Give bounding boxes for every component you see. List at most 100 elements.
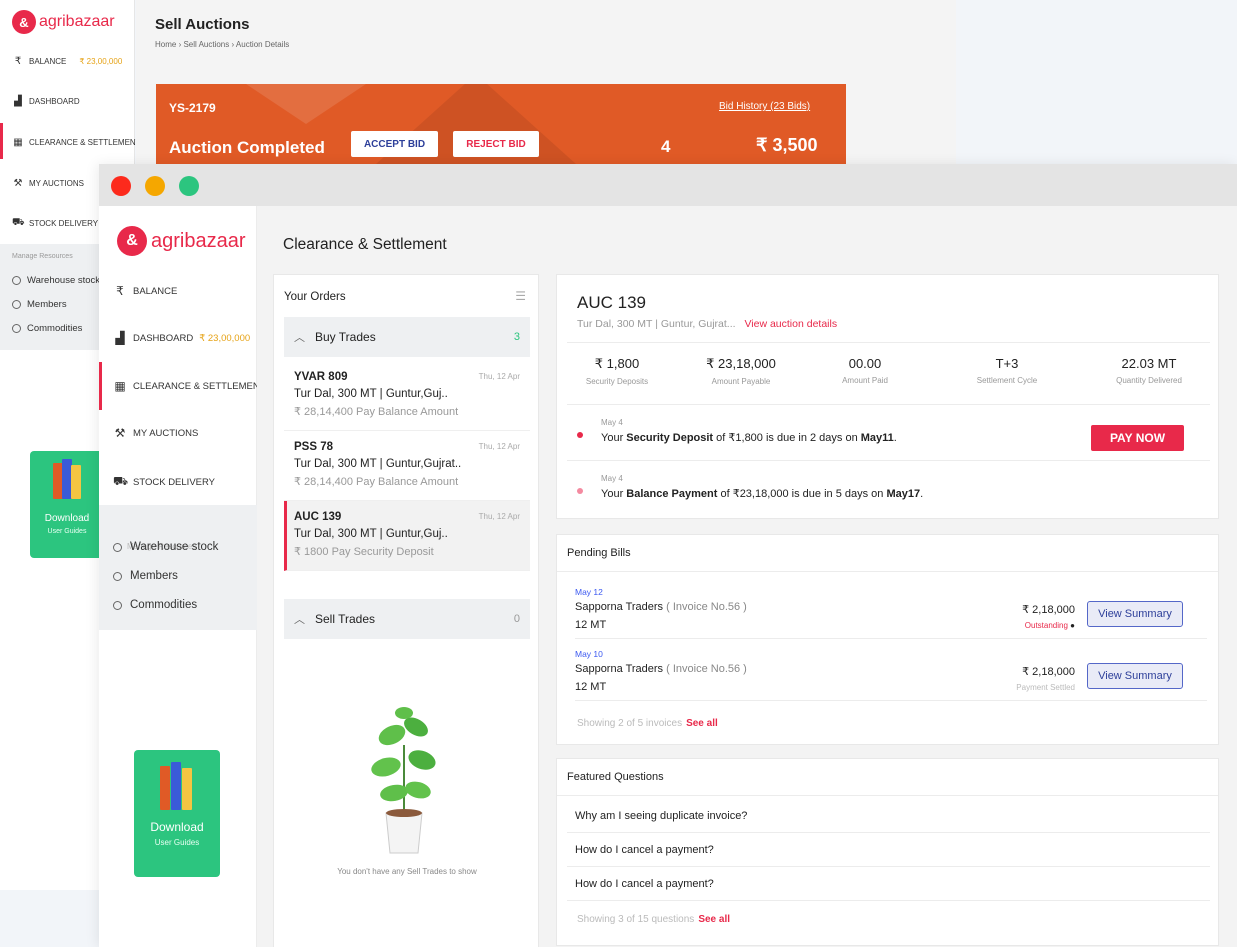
calculator-icon: ▦ — [13, 137, 23, 148]
bill-qty: 12 MT — [575, 681, 607, 693]
see-all-bills-link[interactable]: See all — [686, 718, 718, 729]
stat-value: ₹ 1,800 — [594, 356, 640, 371]
alert-text: Your Balance Payment of ₹23,18,000 is du… — [601, 487, 923, 500]
res-members[interactable]: Members — [113, 570, 178, 582]
balance-value: ₹ 23,00,000 — [199, 332, 251, 344]
minimize-window-button[interactable] — [145, 176, 165, 196]
back-res-commodities[interactable]: Commodities — [12, 323, 82, 334]
back-res-members[interactable]: Members — [12, 299, 67, 310]
nav-label: DASHBOARD — [29, 97, 80, 106]
nav-label: DASHBOARD — [133, 332, 194, 344]
sell-trades-header[interactable]: ︿ Sell Trades 0 — [284, 599, 530, 639]
order-balance: ₹ 1800 Pay Security Deposit — [294, 546, 434, 558]
question-item[interactable]: Why am I seeing duplicate invoice? — [567, 799, 1210, 833]
back-nav-clearance[interactable]: ▦ CLEARANCE & SETTLEMENT — [12, 137, 140, 148]
alert-text-end: . — [893, 432, 897, 444]
view-auction-details-link[interactable]: View auction details — [744, 318, 837, 330]
sidebar-item-dashboard[interactable]: ▟ DASHBOARD ₹ 23,00,000 — [113, 331, 250, 345]
logo-text: agribazaar — [151, 229, 246, 252]
filter-icon[interactable]: ☰ — [515, 289, 526, 303]
bills-header: Pending Bills — [567, 547, 631, 559]
sidebar-item-clearance[interactable]: ▦ CLEARANCE & SETTLEMENT — [113, 379, 265, 393]
empty-message: You don't have any Sell Trades to show — [337, 867, 477, 876]
order-balance: ₹ 28,14,400 Pay Balance Amount — [294, 406, 459, 418]
stat-label: Security Deposits — [585, 377, 649, 386]
bill-amount: ₹ 2,18,000 — [1022, 604, 1075, 616]
balance-label: BALANCE — [29, 57, 67, 66]
main-content: Clearance & Settlement Your Orders ☰ ︿ B… — [257, 206, 1237, 947]
res-commodities[interactable]: Commodities — [113, 599, 197, 611]
stat-value: T+3 — [995, 356, 1019, 371]
rupee-icon: ₹ — [116, 284, 124, 298]
circle-icon — [12, 300, 21, 309]
bill-trader: Sapporna Traders — [575, 663, 664, 675]
breadcrumb[interactable]: Home › Sell Auctions › Auction Details — [155, 40, 289, 49]
question-item[interactable]: How do I cancel a payment? — [567, 867, 1210, 901]
alert-text-mid: of ₹1,800 is due in 2 days on — [713, 432, 861, 444]
question-item[interactable]: How do I cancel a payment? — [567, 833, 1210, 867]
res-warehouse[interactable]: Warehouse stock — [113, 541, 218, 553]
stat-label: Settlement Cycle — [976, 376, 1038, 385]
truck-icon: ⛟ — [113, 474, 129, 488]
buy-trades-header[interactable]: ︿ Buy Trades 3 — [284, 317, 530, 357]
sidebar-balance: ₹ BALANCE — [113, 284, 177, 298]
page-title: Clearance & Settlement — [283, 236, 447, 253]
download-title: Download — [44, 513, 90, 524]
stat-label: Amount Payable — [711, 377, 771, 386]
showing-text: Showing 3 of 15 questions — [577, 914, 695, 925]
back-logo[interactable]: & agribazaar — [12, 10, 115, 34]
view-summary-button[interactable]: View Summary — [1087, 663, 1183, 689]
stat-amount-payable: ₹ 23,18,000 Amount Payable — [681, 356, 801, 386]
bid-count: 4 — [661, 137, 671, 156]
order-item[interactable]: PSS 78 Thu, 12 Apr Tur Dal, 300 MT | Gun… — [284, 431, 530, 501]
order-desc: Tur Dal, 300 MT | Guntur,Gujrat.. — [294, 458, 462, 470]
bill-amount: ₹ 2,18,000 — [1022, 666, 1075, 678]
back-balance: ₹ BALANCE ₹ 23,00,000 — [12, 56, 122, 67]
back-nav-dashboard[interactable]: ▟ DASHBOARD — [12, 96, 80, 107]
bill-name: Sapporna Traders ( Invoice No.56 ) — [575, 601, 747, 613]
download-guides[interactable]: Download User Guides — [134, 750, 220, 877]
back-res-warehouse[interactable]: Warehouse stock — [12, 275, 100, 286]
alert-text-bold: May11 — [860, 432, 894, 444]
download-sub: User Guides — [47, 528, 87, 535]
alert-text-bold: Balance Payment — [626, 488, 718, 500]
info-icon[interactable]: ● — [1070, 621, 1075, 630]
group-label: Sell Trades — [315, 612, 376, 626]
maximize-window-button[interactable] — [179, 176, 199, 196]
page-title: Sell Auctions — [155, 16, 250, 33]
alert-text-bold: Security Deposit — [626, 432, 714, 444]
active-indicator — [0, 123, 3, 159]
stat-value: 00.00 — [848, 356, 882, 371]
back-download-guides[interactable]: Download User Guides — [30, 451, 104, 558]
close-window-button[interactable] — [111, 176, 131, 196]
alert-text-pre: Your — [601, 488, 627, 500]
order-date: Thu, 12 Apr — [478, 512, 520, 521]
stat-settlement-cycle: T+3 Settlement Cycle — [947, 356, 1067, 385]
bid-history-link[interactable]: Bid History (23 Bids) — [719, 101, 810, 112]
pay-now-button[interactable]: PAY NOW — [1091, 425, 1184, 451]
truck-icon: ⛟ — [12, 217, 25, 228]
front-window: & agribazaar ₹ BALANCE ▟ DASHBOARD ₹ 23,… — [99, 164, 1237, 947]
res-label: Commodities — [27, 323, 83, 334]
chart-icon: ▟ — [14, 96, 22, 107]
bill-status: Payment Settled — [1016, 683, 1075, 692]
view-summary-button[interactable]: View Summary — [1087, 601, 1183, 627]
order-desc: Tur Dal, 300 MT | Guntur,Guj.. — [294, 528, 448, 540]
sidebar-item-delivery[interactable]: ⛟ STOCK DELIVERY — [113, 474, 215, 490]
reject-bid-button[interactable]: REJECT BID — [453, 131, 539, 157]
order-item[interactable]: YVAR 809 Thu, 12 Apr Tur Dal, 300 MT | G… — [284, 361, 530, 431]
order-balance: ₹ 28,14,400 Pay Balance Amount — [294, 476, 459, 488]
res-label: Members — [130, 570, 178, 582]
stat-amount-paid: 00.00 Amount Paid — [805, 356, 925, 385]
back-nav-auctions[interactable]: ⚒ MY AUCTIONS — [12, 178, 84, 189]
download-title: Download — [150, 820, 204, 834]
window-titlebar — [99, 164, 1237, 206]
order-item-active[interactable]: AUC 139 Thu, 12 Apr Tur Dal, 300 MT | Gu… — [284, 501, 530, 571]
see-all-questions-link[interactable]: See all — [698, 914, 730, 925]
accept-bid-button[interactable]: ACCEPT BID — [351, 131, 438, 157]
circle-icon — [113, 571, 122, 581]
back-nav-delivery[interactable]: ⛟ STOCK DELIVERY — [12, 217, 98, 230]
sidebar-item-auctions[interactable]: ⚒ MY AUCTIONS — [113, 426, 199, 440]
logo[interactable]: & agribazaar — [117, 226, 246, 256]
stat-quantity-delivered: 22.03 MT Quantity Delivered — [1089, 356, 1209, 385]
